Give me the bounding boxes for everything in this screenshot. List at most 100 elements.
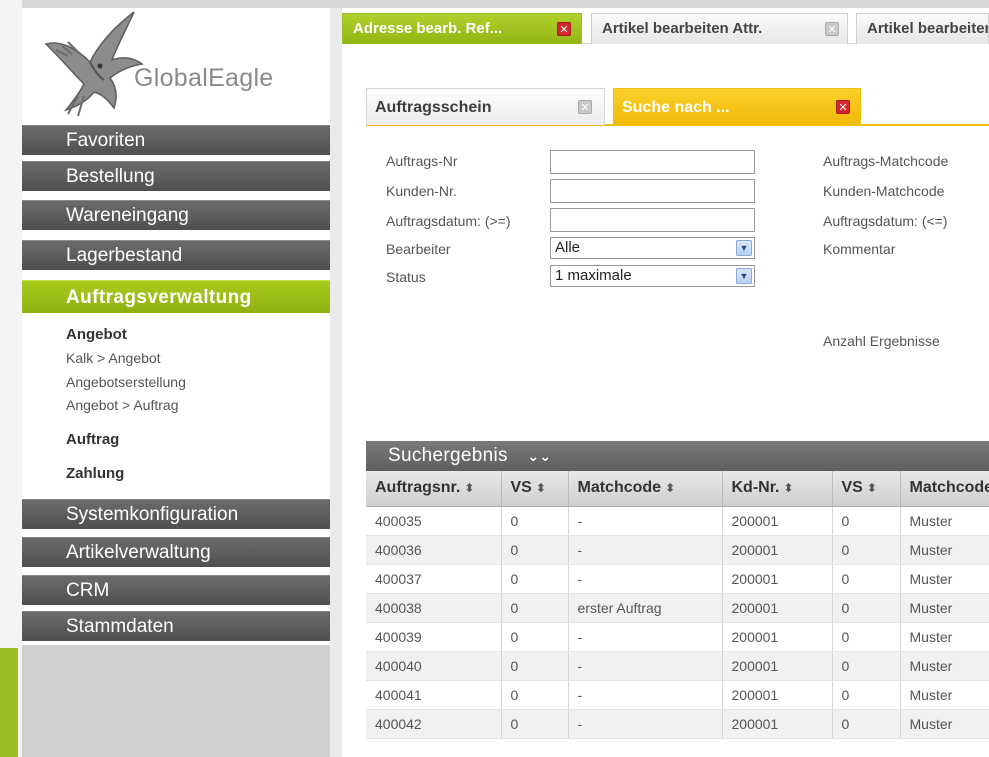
sidebar-item-angebotserstellung[interactable]: Angebotserstellung bbox=[66, 374, 186, 390]
results-table-wrapper: Auftragsnr. ⬍ VS ⬍ Matchcode ⬍ Kd-Nr. ⬍ VS ⬍ … bbox=[366, 471, 989, 749]
eagle-logo-icon bbox=[44, 11, 144, 117]
cell-auftragsnr: 400035 bbox=[366, 506, 502, 536]
cell-vs-2: 0 bbox=[832, 564, 901, 594]
nav-wareneingang[interactable]: Wareneingang bbox=[22, 200, 330, 230]
nav-auftragsverwaltung[interactable]: Auftragsverwaltung bbox=[22, 280, 330, 313]
cell-vs: 0 bbox=[501, 535, 569, 565]
sort-icon[interactable]: ⬍ bbox=[867, 481, 877, 495]
sidebar-item-angebot-auftrag[interactable]: Angebot > Auftrag bbox=[66, 397, 178, 413]
results-title: Suchergebnis bbox=[388, 445, 508, 466]
cell-vs: 0 bbox=[501, 709, 569, 739]
tab-label: Auftragsschein bbox=[375, 99, 492, 116]
cell-kd-nr: 200001 bbox=[722, 680, 833, 710]
sidebar-item-kalk-angebot[interactable]: Kalk > Angebot bbox=[66, 350, 161, 366]
cell-matchcode-2: Muster bbox=[900, 593, 989, 623]
cell-auftragsnr: 400038 bbox=[366, 593, 502, 623]
sidebar-item-auftrag[interactable]: Auftrag bbox=[66, 431, 119, 448]
cell-matchcode: - bbox=[568, 622, 723, 652]
table-row[interactable]: 400041 0-200001 0 Muster bbox=[366, 680, 989, 710]
nav-lagerbestand[interactable]: Lagerbestand bbox=[22, 240, 330, 270]
table-row[interactable]: 400040 0-200001 0 Muster bbox=[366, 651, 989, 681]
tab-label: Artikel bearbeiten Attr. bbox=[602, 20, 763, 37]
tab-auftragsschein[interactable]: Auftragsschein ✕ bbox=[366, 88, 605, 125]
auftrags-nr-label: Auftrags-Nr bbox=[386, 153, 458, 169]
column-header-auftragsnr[interactable]: Auftragsnr. ⬍ bbox=[366, 471, 502, 507]
cell-matchcode: - bbox=[568, 651, 723, 681]
kommentar-label: Kommentar bbox=[823, 241, 896, 257]
sidebar-item-zahlung[interactable]: Zahlung bbox=[66, 465, 124, 482]
inner-tab-bar: Auftragsschein ✕ Suche nach ... ✕ bbox=[366, 88, 989, 126]
kunden-nr-input[interactable] bbox=[550, 179, 755, 203]
auftragsdatum-from-input[interactable] bbox=[550, 208, 755, 232]
nav-artikelverwaltung[interactable]: Artikelverwaltung bbox=[22, 537, 330, 567]
tab-artikel-bearbeiten[interactable]: Artikel bearbeiten bbox=[856, 13, 989, 44]
cell-auftragsnr: 400039 bbox=[366, 622, 502, 652]
table-row[interactable]: 400042 0-200001 0 Muster bbox=[366, 709, 989, 739]
column-header-vs[interactable]: VS ⬍ bbox=[501, 471, 569, 507]
sort-icon[interactable]: ⬍ bbox=[784, 481, 794, 495]
sidebar-filler bbox=[22, 645, 330, 757]
cell-matchcode: - bbox=[568, 506, 723, 536]
logo-text: GlobalEagle bbox=[134, 64, 274, 92]
table-header-row: Auftragsnr. ⬍ VS ⬍ Matchcode ⬍ Kd-Nr. ⬍ VS ⬍ … bbox=[366, 471, 989, 507]
cell-matchcode: erster Auftrag bbox=[568, 593, 723, 623]
table-row[interactable]: 400037 0-200001 0 Muster bbox=[366, 564, 989, 594]
column-header-matchcode[interactable]: Matchcode ⬍ bbox=[568, 471, 723, 507]
cell-matchcode: - bbox=[568, 709, 723, 739]
column-header-vs-2[interactable]: VS ⬍ bbox=[832, 471, 901, 507]
close-icon[interactable]: ✕ bbox=[578, 100, 592, 114]
cell-kd-nr: 200001 bbox=[722, 709, 833, 739]
cell-matchcode-2: Muster bbox=[900, 506, 989, 536]
logo[interactable]: GlobalEagle bbox=[22, 8, 330, 126]
cell-vs-2: 0 bbox=[832, 593, 901, 623]
auftrags-nr-input[interactable] bbox=[550, 150, 755, 174]
auftragsdatum-from-label: Auftragsdatum: (>=) bbox=[386, 213, 511, 229]
nav-systemkonfiguration[interactable]: Systemkonfiguration bbox=[22, 499, 330, 529]
close-icon[interactable]: ✕ bbox=[836, 100, 850, 114]
bearbeiter-select[interactable]: Alle ▼ bbox=[550, 237, 755, 259]
tab-label: Suche nach ... bbox=[622, 99, 730, 116]
left-accent-bar bbox=[0, 648, 18, 757]
sidebar-item-angebot[interactable]: Angebot bbox=[66, 326, 127, 343]
close-icon[interactable]: ✕ bbox=[825, 22, 839, 36]
cell-kd-nr: 200001 bbox=[722, 651, 833, 681]
chevron-down-icon[interactable]: ▼ bbox=[736, 240, 752, 256]
cell-vs: 0 bbox=[501, 593, 569, 623]
column-header-matchcode-2[interactable]: Matchcode bbox=[900, 471, 989, 507]
left-border bbox=[0, 0, 22, 757]
nav-favoriten[interactable]: Favoriten bbox=[22, 125, 330, 155]
cell-vs-2: 0 bbox=[832, 709, 901, 739]
anzahl-ergebnisse-label: Anzahl Ergebnisse bbox=[823, 333, 940, 349]
collapse-icon[interactable]: ⌄⌄ bbox=[527, 448, 551, 464]
sort-icon[interactable]: ⬍ bbox=[464, 481, 474, 495]
tab-adresse-bearb[interactable]: Adresse bearb. Ref... ✕ bbox=[342, 13, 582, 44]
chevron-down-icon[interactable]: ▼ bbox=[736, 268, 752, 284]
nav-bestellung[interactable]: Bestellung bbox=[22, 161, 330, 191]
cell-kd-nr: 200001 bbox=[722, 593, 833, 623]
cell-matchcode: - bbox=[568, 680, 723, 710]
tab-suche-nach[interactable]: Suche nach ... ✕ bbox=[613, 88, 861, 125]
cell-matchcode-2: Muster bbox=[900, 622, 989, 652]
cell-matchcode-2: Muster bbox=[900, 651, 989, 681]
sort-icon[interactable]: ⬍ bbox=[665, 481, 675, 495]
tab-label: Adresse bearb. Ref... bbox=[353, 20, 503, 37]
table-row[interactable]: 400039 0-200001 0 Muster bbox=[366, 622, 989, 652]
table-row[interactable]: 400038 0 erster Auftrag 200001 0 Muster bbox=[366, 593, 989, 623]
status-select[interactable]: 1 maximale ▼ bbox=[550, 265, 755, 287]
cell-kd-nr: 200001 bbox=[722, 506, 833, 536]
auftragsdatum-to-label: Auftragsdatum: (<=) bbox=[823, 213, 948, 229]
close-icon[interactable]: ✕ bbox=[557, 22, 571, 36]
cell-auftragsnr: 400042 bbox=[366, 709, 502, 739]
table-row[interactable]: 400035 0-200001 0 Muster bbox=[366, 506, 989, 536]
nav-stammdaten[interactable]: Stammdaten bbox=[22, 611, 330, 641]
table-row[interactable]: 400036 0-200001 0 Muster bbox=[366, 535, 989, 565]
cell-kd-nr: 200001 bbox=[722, 564, 833, 594]
tab-artikel-bearbeiten-attr[interactable]: Artikel bearbeiten Attr. ✕ bbox=[591, 13, 848, 44]
column-header-kd-nr[interactable]: Kd-Nr. ⬍ bbox=[722, 471, 833, 507]
nav-crm[interactable]: CRM bbox=[22, 575, 330, 605]
cell-kd-nr: 200001 bbox=[722, 535, 833, 565]
sort-icon[interactable]: ⬍ bbox=[536, 481, 546, 495]
cell-vs-2: 0 bbox=[832, 622, 901, 652]
cell-vs-2: 0 bbox=[832, 535, 901, 565]
status-label: Status bbox=[386, 269, 426, 285]
